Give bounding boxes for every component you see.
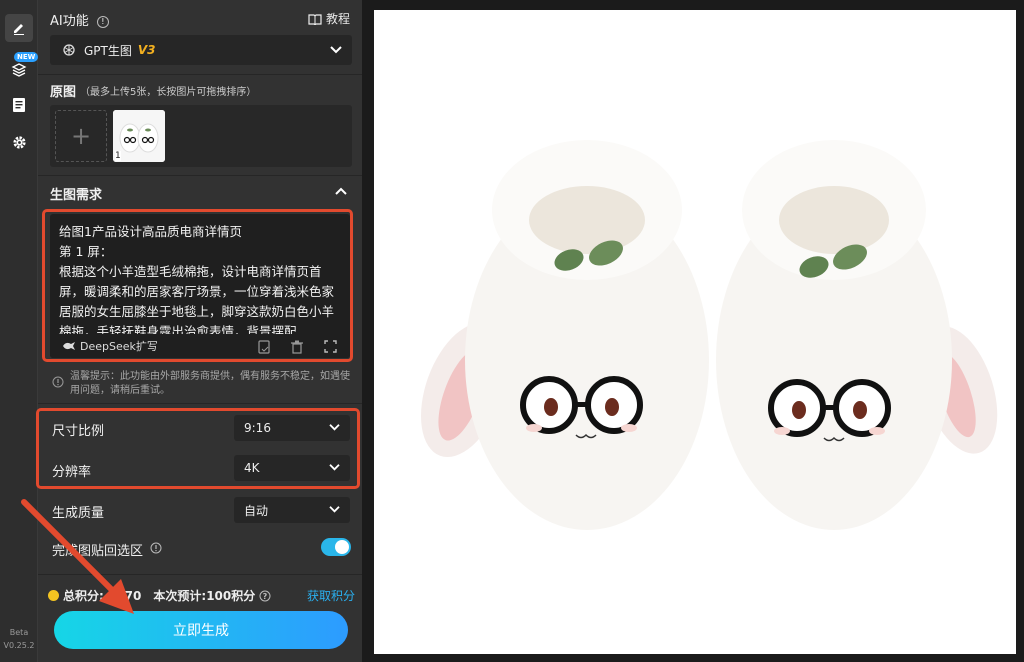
ai-feature-title: AI功能 ! (50, 10, 109, 29)
original-title: 原图 (50, 85, 77, 100)
slippers-product-image (421, 140, 998, 530)
paste-back-toggle[interactable] (321, 538, 351, 556)
book-icon (308, 13, 322, 25)
model-select[interactable]: GPT生图 V3 (50, 35, 352, 65)
upload-area: + 1 (50, 105, 352, 167)
layers-icon[interactable] (5, 56, 33, 84)
info-icon (52, 376, 64, 388)
tool-rail: NEW Beta V0.25.2 (0, 0, 39, 662)
info-icon[interactable] (150, 542, 162, 554)
quality-select[interactable]: 自动 (234, 497, 350, 523)
pencil-icon[interactable] (5, 14, 33, 42)
generate-button[interactable]: 立即生成 (54, 611, 348, 649)
quality-label: 生成质量 (52, 506, 105, 521)
coin-icon (48, 590, 59, 601)
tutorial-label: 教程 (326, 12, 351, 26)
divider (38, 74, 362, 75)
canvas[interactable] (374, 10, 1016, 654)
version-beta: Beta (9, 628, 29, 637)
help-icon[interactable]: ? (259, 590, 271, 602)
ai-feature-label: AI功能 (50, 14, 89, 29)
divider (38, 403, 362, 404)
quality-value: 自动 (244, 503, 269, 518)
svg-text:?: ? (263, 592, 268, 601)
highlight-requirement (42, 209, 353, 362)
model-label: GPT生图 (84, 43, 132, 58)
slippers-thumbnail-image (113, 110, 165, 162)
plus-icon: + (70, 122, 92, 150)
get-points-link[interactable]: 获取积分 (307, 587, 355, 604)
estimate-points: 本次预计:100积分 (153, 589, 256, 603)
notice-text: 温馨提示：此功能由外部服务商提供，偶有服务不稳定，如遇使用问题，请稍后重试。 (70, 371, 350, 396)
divider (38, 574, 362, 575)
divider (38, 175, 362, 176)
chevron-down-icon (330, 46, 342, 54)
paste-back-label: 完成图贴回选区 (52, 544, 144, 559)
gear-icon[interactable] (5, 128, 33, 156)
tutorial-link[interactable]: 教程 (308, 10, 350, 27)
original-hint: （最多上传5张，长按图片可拖拽排序） (80, 87, 257, 98)
model-version: V3 (137, 43, 156, 57)
points-summary: 总积分: 2070 本次预计:100积分 ? (48, 587, 271, 604)
version-number: V0.25.2 (3, 641, 35, 650)
chevron-up-icon[interactable] (335, 187, 347, 196)
image-thumbnail[interactable]: 1 (113, 110, 165, 162)
highlight-settings (36, 408, 360, 489)
document-icon[interactable] (5, 91, 33, 119)
chevron-down-icon (329, 506, 340, 513)
requirement-title: 生图需求 (50, 188, 103, 203)
info-icon[interactable]: ! (96, 16, 109, 28)
total-points: 总积分: 2070 (63, 589, 142, 603)
thumb-index: 1 (115, 151, 121, 161)
add-image-button[interactable]: + (55, 110, 107, 162)
openai-icon (63, 44, 75, 56)
